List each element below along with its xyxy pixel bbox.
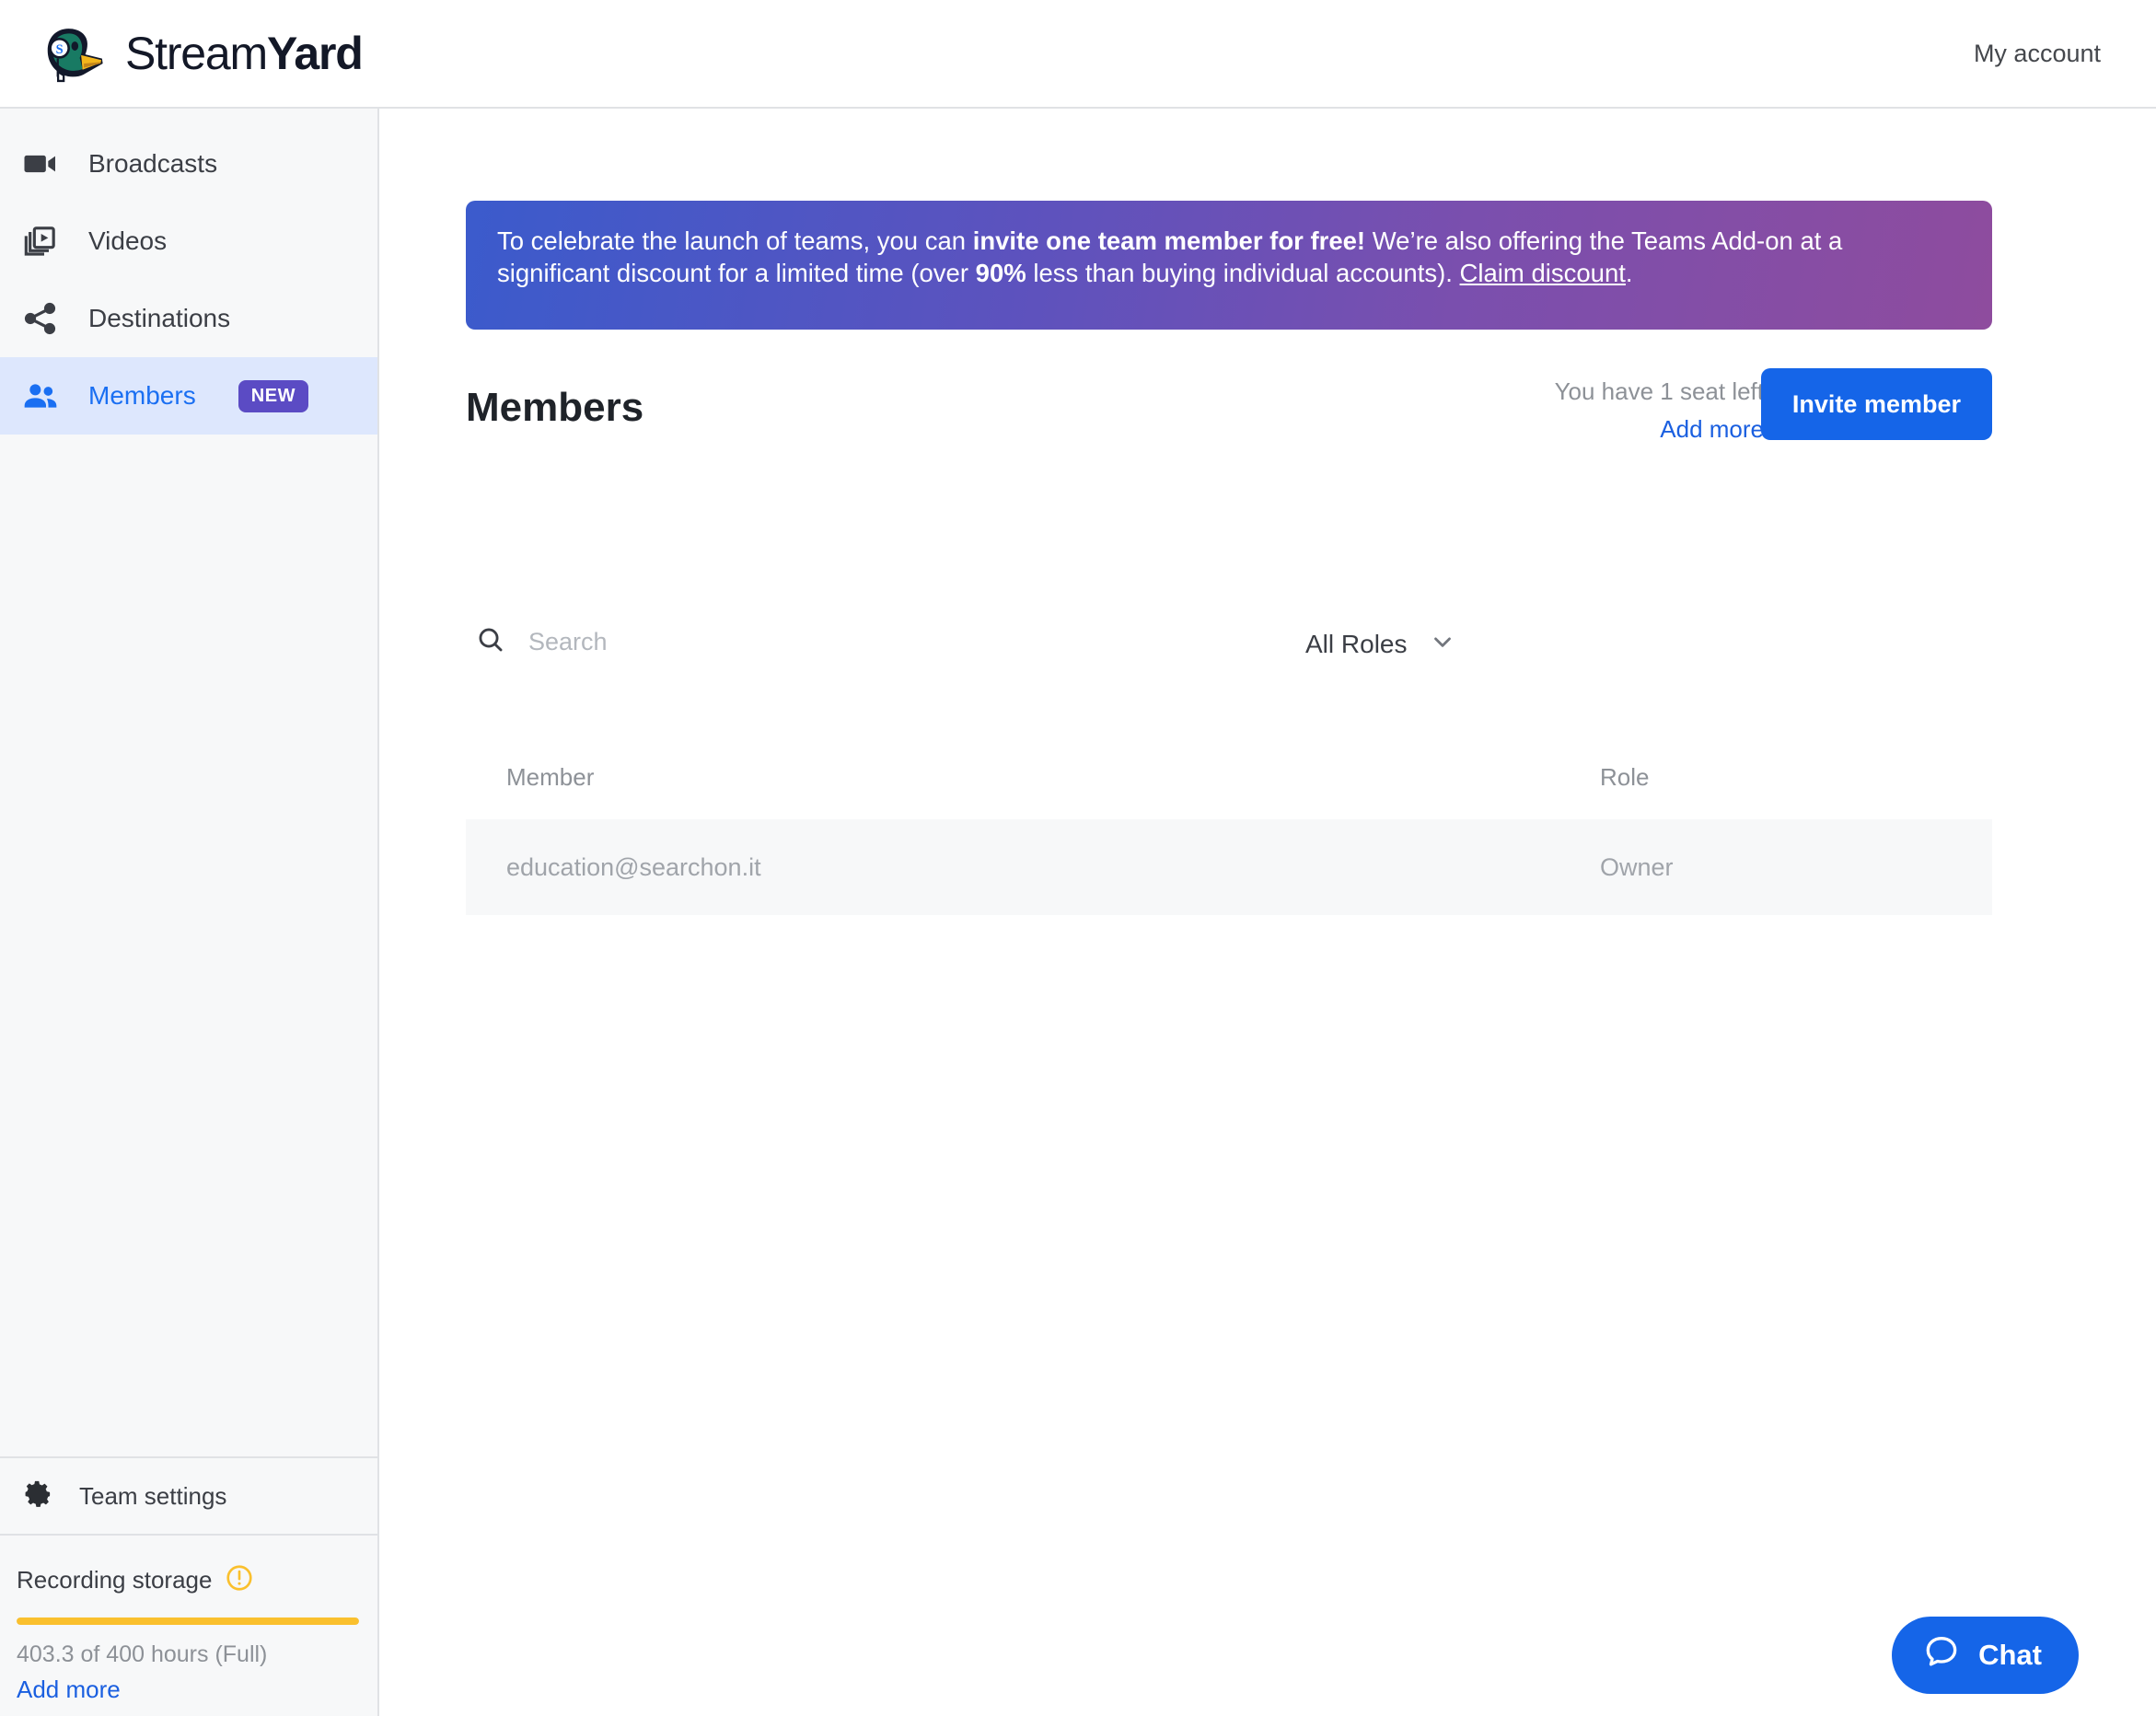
sidebar-item-members[interactable]: Members NEW xyxy=(0,357,377,435)
storage-add-more-link[interactable]: Add more xyxy=(17,1675,355,1704)
search-box[interactable] xyxy=(475,624,915,660)
share-icon xyxy=(20,298,61,339)
members-table: Member Role education@searchon.it Owner xyxy=(466,735,1992,915)
brand-wordmark: StreamYard xyxy=(125,27,364,80)
sidebar-item-broadcasts[interactable]: Broadcasts xyxy=(0,125,377,203)
video-camera-icon xyxy=(20,144,61,184)
sidebar-item-label: Members xyxy=(88,381,196,410)
chat-label: Chat xyxy=(1978,1639,2042,1671)
table-header-row: Member Role xyxy=(466,735,1992,819)
column-header-role: Role xyxy=(1600,762,1650,791)
seats-add-more-link[interactable]: Add more xyxy=(1555,415,1764,444)
streamyard-app: S StreamYard My account Broadcasts Video… xyxy=(0,0,2156,1716)
column-header-member: Member xyxy=(506,762,595,791)
filters-row: All Roles xyxy=(466,624,1992,683)
sidebar-nav: Broadcasts Videos Destinations Members N… xyxy=(0,109,377,435)
claim-discount-link[interactable]: Claim discount xyxy=(1460,259,1626,287)
sidebar-item-videos[interactable]: Videos xyxy=(0,203,377,280)
storage-progress-bar xyxy=(17,1617,359,1625)
team-settings-label: Team settings xyxy=(79,1481,227,1510)
new-badge: NEW xyxy=(238,379,309,412)
top-header: S StreamYard My account xyxy=(0,0,2156,109)
search-icon xyxy=(475,624,506,660)
main-content: To celebrate the launch of teams, you ca… xyxy=(381,109,2156,1716)
promo-banner: To celebrate the launch of teams, you ca… xyxy=(466,201,1992,330)
people-icon xyxy=(20,376,61,416)
sidebar: Broadcasts Videos Destinations Members N… xyxy=(0,109,379,1716)
invite-member-button[interactable]: Invite member xyxy=(1760,368,1992,440)
role-filter-value: All Roles xyxy=(1305,629,1408,658)
video-library-icon xyxy=(20,221,61,261)
member-role: Owner xyxy=(1600,852,1674,881)
table-row[interactable]: education@searchon.it Owner xyxy=(466,819,1992,915)
banner-text-4: . xyxy=(1625,259,1633,288)
team-settings-link[interactable]: Team settings xyxy=(0,1456,377,1536)
banner-bold-1: invite one team member for free! xyxy=(972,226,1366,255)
brand[interactable]: S StreamYard xyxy=(0,20,364,87)
role-filter-dropdown[interactable]: All Roles xyxy=(1305,628,1456,660)
sidebar-footer: Team settings Recording storage 403.3 of… xyxy=(0,1456,377,1716)
storage-title: Recording storage xyxy=(17,1566,213,1594)
chat-bubble-icon xyxy=(1923,1633,1960,1677)
brand-text-yard: Yard xyxy=(266,28,364,79)
brand-text-stream: Stream xyxy=(125,28,268,79)
gear-icon xyxy=(22,1478,53,1514)
storage-usage-text: 403.3 of 400 hours (Full) xyxy=(17,1641,268,1667)
page-header: Members You have 1 seat left Add more In… xyxy=(466,368,1992,457)
seats-left-text: You have 1 seat left xyxy=(1554,377,1764,405)
chevron-down-icon xyxy=(1429,628,1456,660)
search-input[interactable] xyxy=(528,628,915,656)
recording-storage-section: Recording storage 403.3 of 400 hours (Fu… xyxy=(0,1536,377,1716)
my-account-link[interactable]: My account xyxy=(1974,40,2156,68)
seats-info: You have 1 seat left Add more xyxy=(1555,377,1764,444)
sidebar-item-label: Broadcasts xyxy=(88,149,218,178)
chat-button[interactable]: Chat xyxy=(1892,1617,2079,1694)
page-title: Members xyxy=(466,385,644,430)
member-email: education@searchon.it xyxy=(506,852,761,881)
sidebar-item-label: Videos xyxy=(88,226,168,255)
svg-text:S: S xyxy=(56,42,64,57)
streamyard-duck-logo: S xyxy=(47,29,103,83)
storage-progress-fill xyxy=(17,1617,359,1625)
banner-text-1: To celebrate the launch of teams, you ca… xyxy=(497,226,973,255)
banner-bold-2: 90% xyxy=(975,259,1026,288)
sidebar-item-destinations[interactable]: Destinations xyxy=(0,280,377,357)
storage-title-row: Recording storage xyxy=(17,1563,355,1597)
sidebar-item-label: Destinations xyxy=(88,304,231,332)
banner-text-3: less than buying individual accounts). xyxy=(1026,259,1460,288)
warning-exclamation-icon xyxy=(225,1563,254,1597)
